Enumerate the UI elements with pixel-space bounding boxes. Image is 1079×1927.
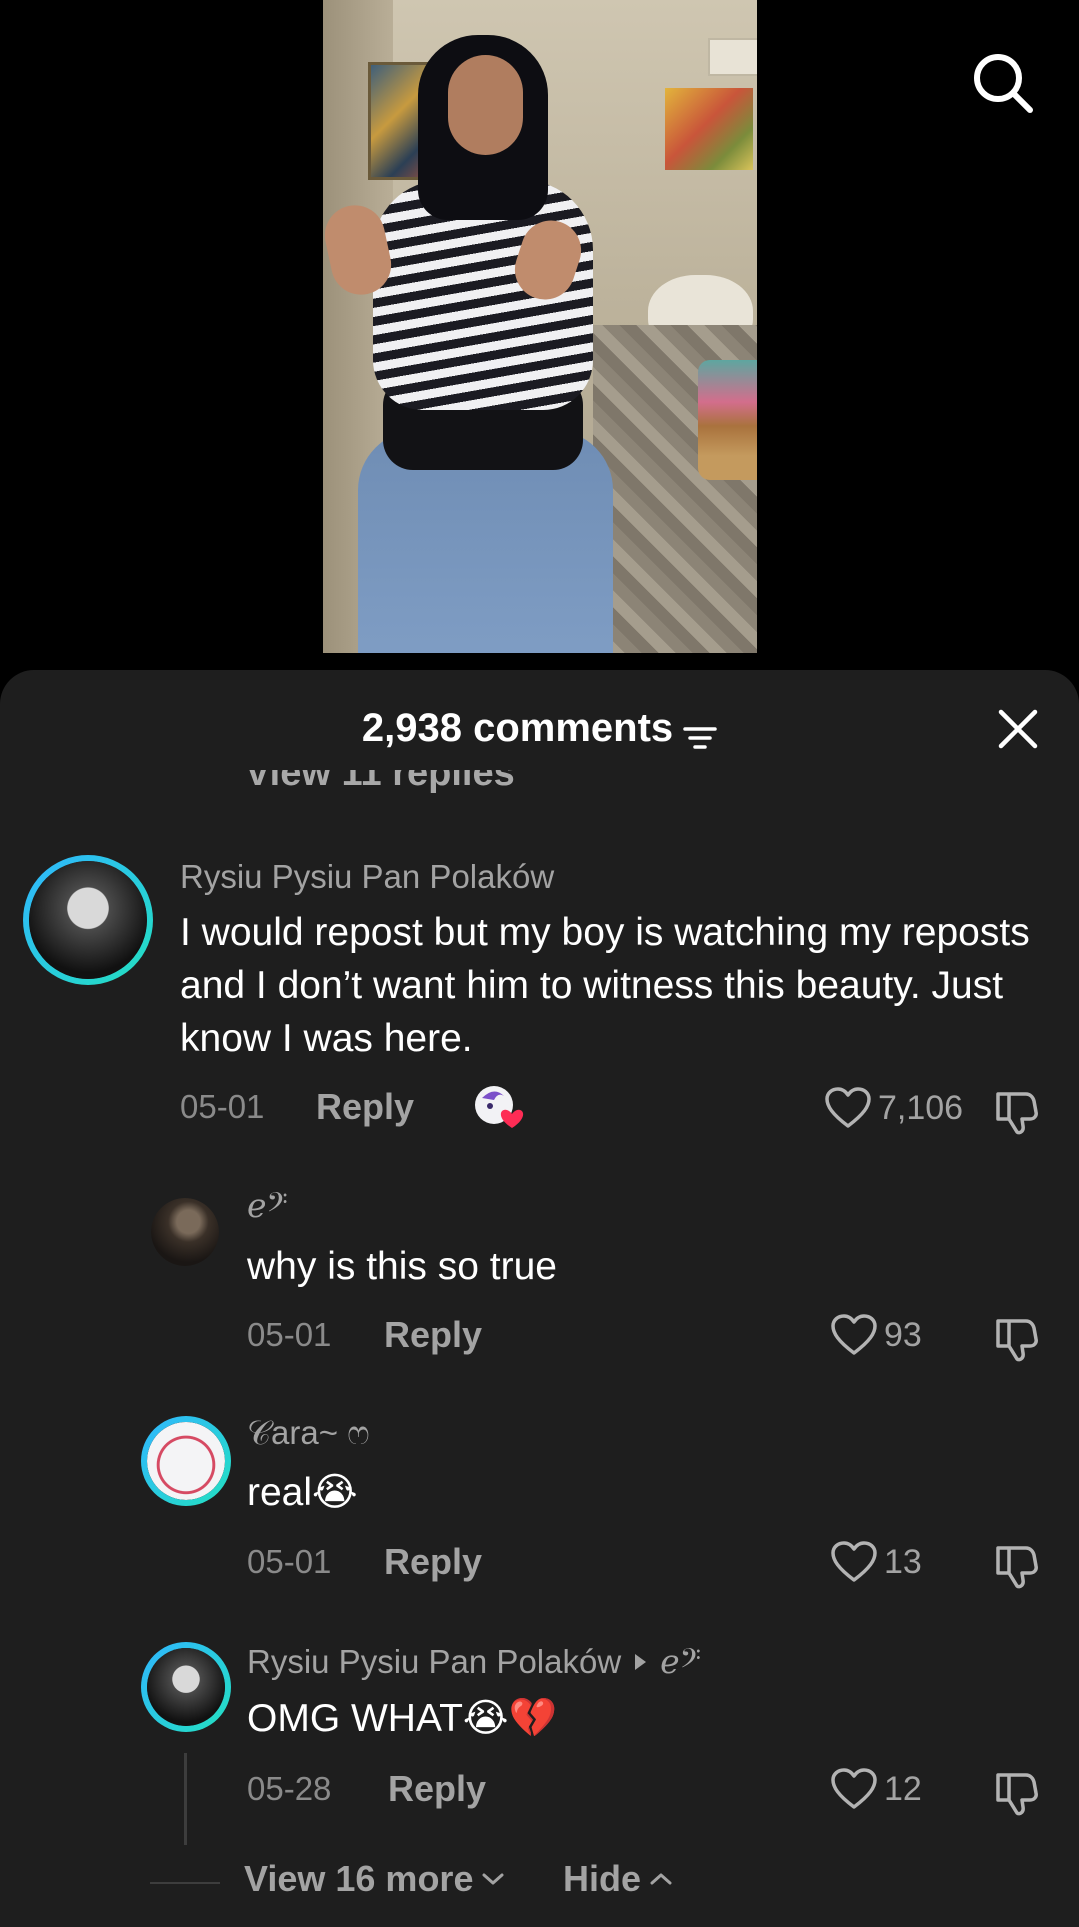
heart-icon [831, 1314, 877, 1355]
video-content [698, 360, 757, 480]
video-content [665, 88, 753, 170]
thumbs-down-icon [996, 1092, 1038, 1135]
chevron-up-icon [650, 1873, 672, 1885]
reply-arrow-icon [635, 1654, 647, 1670]
comments-header: 2,938 comments [0, 670, 1079, 780]
dislike-button[interactable] [992, 1313, 1042, 1363]
close-button[interactable] [995, 706, 1041, 752]
like-button[interactable]: 93 [830, 1313, 922, 1357]
heart-icon [825, 1087, 871, 1128]
avatar[interactable] [141, 1642, 231, 1732]
comments-count-title: 2,938 comments [361, 706, 674, 750]
avatar[interactable] [23, 855, 153, 985]
like-count: 7,106 [878, 1088, 964, 1127]
comment-username[interactable]: 𝒞ara~ ෆ [247, 1414, 370, 1453]
reply-button[interactable]: Reply [388, 1768, 486, 1810]
video-player[interactable] [323, 0, 757, 653]
like-button[interactable]: 12 [830, 1767, 922, 1811]
thumbs-down-icon [996, 1319, 1038, 1362]
close-icon [998, 709, 1038, 749]
avatar[interactable] [151, 1198, 219, 1266]
reply-username-row: Rysiu Pysiu Pan Polaków ℯ𝄢 [247, 1642, 701, 1682]
reply-button[interactable]: Reply [384, 1314, 482, 1356]
video-content [448, 55, 523, 155]
creator-liked-badge [474, 1084, 528, 1130]
tiktok-video-screen: 2,938 comments View 11 replies Rysiu Pys… [0, 0, 1079, 1927]
comment-username[interactable]: Rysiu Pysiu Pan Polaków [180, 858, 554, 896]
chevron-down-icon [482, 1873, 504, 1885]
comment-date: 05-01 [247, 1316, 332, 1353]
search-icon [974, 54, 1033, 113]
view-replies-link[interactable]: View 11 replies [245, 770, 645, 796]
reply-to-username[interactable]: ℯ𝄢 [660, 1642, 701, 1682]
heart-icon [831, 1768, 877, 1809]
like-button[interactable]: 13 [830, 1540, 922, 1584]
comment-text: I would repost but my boy is watching my… [180, 911, 1030, 1060]
like-count: 93 [884, 1315, 922, 1354]
comment-date: 05-01 [180, 1088, 265, 1125]
like-button[interactable]: 7,106 [824, 1086, 963, 1130]
like-count: 12 [884, 1769, 922, 1808]
dislike-button[interactable] [992, 1540, 1042, 1590]
video-content [708, 38, 757, 76]
comment-date: 05-28 [247, 1770, 332, 1807]
view-more-replies-button[interactable]: View 16 more [244, 1858, 505, 1900]
comments-sheet: 2,938 comments View 11 replies Rysiu Pys… [0, 670, 1079, 1927]
thumbs-down-icon [996, 1546, 1038, 1589]
comment-text: why is this so true [247, 1245, 557, 1288]
filter-lines-icon[interactable] [683, 716, 717, 749]
thread-line [184, 1753, 187, 1845]
divider [150, 1882, 220, 1884]
reply-button[interactable]: Reply [316, 1086, 414, 1128]
search-button[interactable] [970, 50, 1036, 116]
comment-text: OMG WHAT😭💔 [247, 1697, 558, 1740]
avatar[interactable] [141, 1416, 231, 1506]
dislike-button[interactable] [992, 1086, 1042, 1136]
comment-date: 05-01 [247, 1543, 332, 1580]
reply-button[interactable]: Reply [384, 1541, 482, 1583]
heart-icon [831, 1541, 877, 1582]
comment-username[interactable]: ℯ𝄢 [247, 1186, 288, 1226]
comment-username[interactable]: Rysiu Pysiu Pan Polaków [247, 1643, 621, 1681]
hide-replies-button[interactable]: Hide [563, 1858, 673, 1900]
comment-text: real😭 [247, 1471, 358, 1514]
dislike-button[interactable] [992, 1767, 1042, 1817]
thumbs-down-icon [996, 1773, 1038, 1816]
like-count: 13 [884, 1542, 922, 1581]
